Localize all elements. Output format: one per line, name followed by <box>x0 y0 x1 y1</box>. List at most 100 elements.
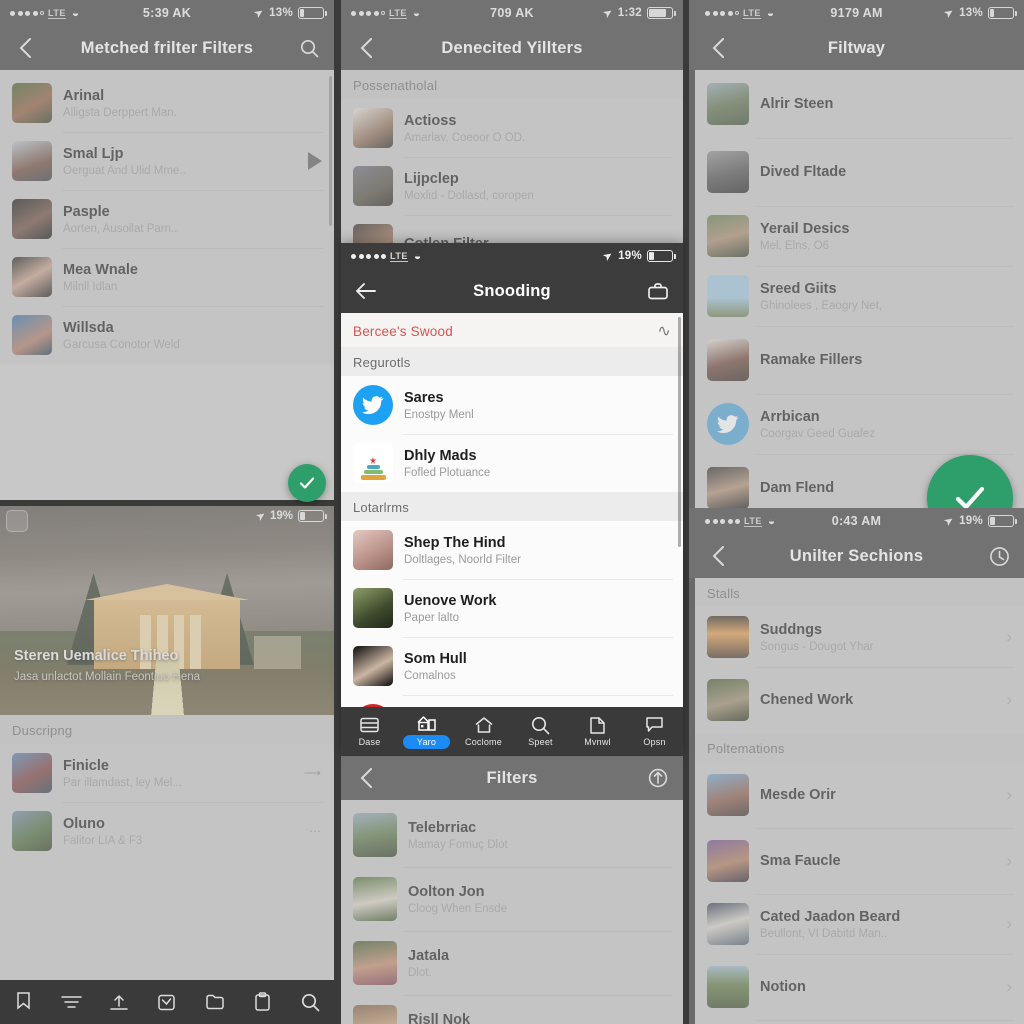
play-icon[interactable] <box>308 152 322 170</box>
list-item-subtitle: Fofled Plotuance <box>404 467 491 480</box>
scrollbar[interactable] <box>678 317 681 547</box>
list-item-title: Uenove Work <box>404 592 497 609</box>
list-item[interactable]: Shep The Hind Doltlages, Noorld Filter <box>341 521 683 579</box>
list-item[interactable]: Finicle Par illamdast, ley Mel... ⟶ <box>0 744 334 802</box>
list-item[interactable]: Sreed Giits Ghinolees , Eaogry Net, <box>695 266 1024 326</box>
list-item[interactable]: Dived Fltade <box>695 138 1024 206</box>
clock-icon[interactable] <box>986 543 1012 569</box>
carrier-label: LTE <box>389 7 407 19</box>
tab-coclome[interactable]: Coclome <box>455 715 512 747</box>
chevron-left-icon[interactable] <box>353 35 379 61</box>
check-icon <box>299 477 315 489</box>
search-icon[interactable] <box>297 989 323 1015</box>
clipboard-icon[interactable] <box>249 989 275 1015</box>
list-item[interactable]: Lijpclep Moxlid - Dollasd, coropen <box>341 157 683 215</box>
share-up-icon[interactable] <box>645 765 671 791</box>
chevron-right-icon: › <box>1006 785 1012 804</box>
page-title: Filters <box>486 768 538 787</box>
list-item[interactable]: Smal Ljp Oerguat And Ulid Mme.. <box>0 132 334 190</box>
page-title: Unilter Sechions <box>789 546 924 565</box>
hero-description-list: Finicle Par illamdast, ley Mel... ⟶ Olun… <box>0 744 334 860</box>
chevron-right-icon: › <box>1006 851 1012 870</box>
banner-bercees-swood[interactable]: Bercee's Swood ∿ <box>341 313 683 347</box>
list-item[interactable]: Sma Faucle › <box>695 828 1024 894</box>
panel-hero-description: ➤ 19% Steren Uemalice Thiheo Jasa unlact… <box>0 506 334 1024</box>
list-item[interactable]: Yerail Desics Mel, Elns, O6 <box>695 206 1024 266</box>
status-left: LTE ◒ <box>705 6 774 20</box>
list-item[interactable]: Cated Jaadon Beard Beullont, VI Dabitd M… <box>695 894 1024 954</box>
section-header-possenatholal: Possenatholal <box>341 70 683 99</box>
list-item-text: Sares Enostpy Menl <box>404 389 671 421</box>
list-item[interactable]: Oluno Falitor LIA & F3 ⋯ <box>0 802 334 860</box>
twitter-bird-icon <box>353 385 393 425</box>
list-item[interactable]: Mea Wnale Milnll Idlan <box>0 248 334 306</box>
tab-opsn[interactable]: Opsn <box>626 715 683 747</box>
panel-matched-filters: LTE ◒ 5:39 AK ➤ 13% Metched frilter Filt… <box>0 0 334 500</box>
more-options-icon[interactable]: ⋯ <box>309 824 322 838</box>
list-item[interactable]: Ramake Fillers <box>695 326 1024 394</box>
tab-mvnwl[interactable]: Mvnwl <box>569 715 626 747</box>
panel-filtway: LTE ◒ 9179 AM ➤ 13% Filtway Alrir Steen <box>689 0 1024 525</box>
list-item[interactable]: Chened Work › <box>695 667 1024 733</box>
avatar <box>353 166 393 206</box>
chevron-left-icon[interactable] <box>353 765 379 791</box>
list-item[interactable]: Alrir Steen <box>695 70 1024 138</box>
list-item[interactable]: Telebrriac Mamay Fomuç Dlot <box>341 803 683 867</box>
list-item[interactable]: Suddngs Songus - Dougot Yhar › <box>695 607 1024 667</box>
chevron-left-icon[interactable] <box>705 35 731 61</box>
status-bar: LTE ◒ 0:43 AM ➤ 19% <box>689 508 1024 534</box>
signal-dots-icon <box>10 10 44 16</box>
list-item-subtitle: Doltlages, Noorld Filter <box>404 554 521 567</box>
avatar <box>707 151 749 193</box>
list-item[interactable]: Arinal Alligsta Derppert Man. <box>0 74 334 132</box>
list-item[interactable]: Oolton Jon Cloog When Ensde <box>341 867 683 931</box>
list-item[interactable]: Jatala Dlot. <box>341 931 683 995</box>
list-item-text: Suddngs Songus - Dougot Yhar <box>760 621 989 653</box>
section-header-regurotls: Regurotls <box>341 347 683 376</box>
avatar <box>707 774 749 816</box>
list-item-text: Actioss Amarlav, Coeoor O OD. <box>404 112 671 144</box>
list-item[interactable]: Som Hull Comalnos <box>341 637 683 695</box>
folder-icon[interactable] <box>202 989 228 1015</box>
tab-yaro[interactable]: Yaro <box>398 713 455 749</box>
arrow-right-icon[interactable]: ⟶ <box>304 766 322 780</box>
upload-icon[interactable] <box>106 989 132 1015</box>
tab-dase[interactable]: Dase <box>341 715 398 747</box>
list-item-text: Oolton Jon Cloog When Ensde <box>408 883 671 915</box>
confirm-fab-button[interactable] <box>288 464 326 502</box>
avatar <box>12 811 52 851</box>
list-item[interactable]: Dhly Mads Fofled Plotuance <box>341 434 683 492</box>
carrier-label: LTE <box>743 7 761 19</box>
battery-icon <box>298 7 328 19</box>
list-item[interactable]: Pasple Aorten, Ausollat Parn.. <box>0 190 334 248</box>
search-icon[interactable] <box>296 35 322 61</box>
bookmark-icon[interactable] <box>11 989 37 1015</box>
section-header-lotarlrms: Lotarlrms <box>341 492 683 521</box>
list-item[interactable]: Arrbican Coorgav Geed Guafez <box>695 394 1024 454</box>
denecited-list: Actioss Amarlav, Coeoor O OD. Lijpclep M… <box>341 99 683 248</box>
list-item[interactable]: Mesde Orir › <box>695 762 1024 828</box>
list-item-title: Mesde Orir <box>760 786 836 803</box>
tab-speet[interactable]: Speet <box>512 715 569 747</box>
list-item[interactable]: Uenove Work Paper lalto <box>341 579 683 637</box>
list-item[interactable]: Willsda Garcusa Conotor Weld <box>0 306 334 364</box>
arrow-left-icon[interactable] <box>353 278 379 304</box>
signal-dots-icon <box>351 253 386 259</box>
battery-icon <box>647 250 677 262</box>
chevron-left-icon[interactable] <box>12 35 38 61</box>
briefcase-icon[interactable] <box>645 278 671 304</box>
photo-badge-icon <box>6 510 28 532</box>
inbox-icon[interactable] <box>154 989 180 1015</box>
list-item-title: Finicle <box>63 757 109 774</box>
location-arrow-icon: ➤ <box>601 6 616 20</box>
chevron-left-icon[interactable] <box>705 543 731 569</box>
sort-icon[interactable] <box>59 989 85 1015</box>
list-item-subtitle: Par illamdast, ley Mel... <box>63 777 182 790</box>
status-right: ➤ 13% <box>943 6 1018 20</box>
scrollbar[interactable] <box>329 76 332 226</box>
list-item[interactable]: Actioss Amarlav, Coeoor O OD. <box>341 99 683 157</box>
list-item[interactable]: Sares Enostpy Menl <box>341 376 683 434</box>
list-item[interactable]: Rome Sild › <box>695 1020 1024 1024</box>
list-item[interactable]: Risll Nok Wona Woter <box>341 995 683 1024</box>
list-item[interactable]: Notion › <box>695 954 1024 1020</box>
